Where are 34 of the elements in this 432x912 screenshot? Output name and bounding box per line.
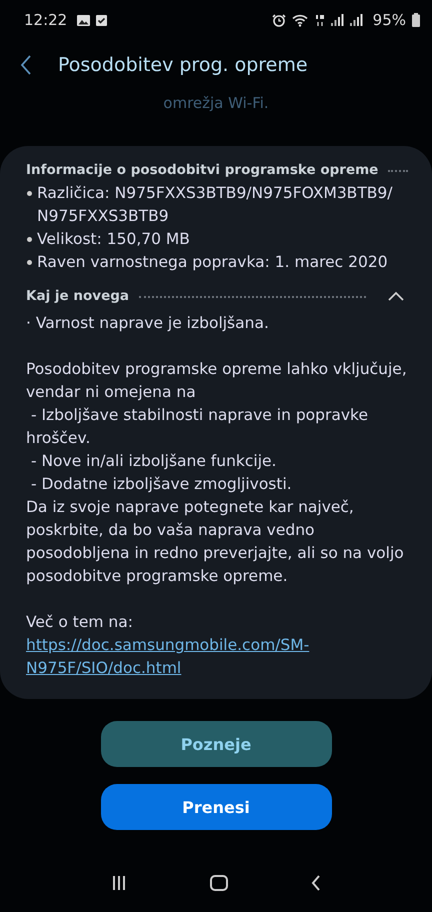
paragraph: · Varnost naprave je izboljšana. bbox=[26, 313, 270, 334]
home-icon[interactable] bbox=[210, 875, 228, 891]
paragraph: - Izboljšave stabilnosti naprave in popravke hroščev. bbox=[26, 405, 369, 449]
back-icon[interactable] bbox=[310, 875, 321, 891]
documentation-link[interactable]: https://doc.samsungmobile.com/SM-N975F/SIO/doc.html bbox=[26, 634, 408, 680]
section-title: Informacije o posodobitvi programske opreme bbox=[26, 162, 378, 178]
paragraph: Več o tem na: bbox=[26, 612, 134, 633]
bullet-icon bbox=[27, 260, 32, 265]
bullet-icon bbox=[27, 237, 32, 242]
wifi-icon bbox=[292, 14, 309, 26]
back-button[interactable] bbox=[20, 55, 32, 75]
signal-icon bbox=[330, 14, 344, 26]
network-type-icon bbox=[314, 14, 325, 26]
alarm-icon bbox=[272, 14, 286, 26]
info-item: Različica: N975FXXS3BTB9/N975FOXM3BTB9/ N975FXXS3BTB9 bbox=[37, 183, 394, 227]
paragraph: - Nove in/ali izboljšane funkcije. bbox=[30, 451, 278, 472]
later-button[interactable]: Pozneje bbox=[100, 721, 332, 767]
paragraph: - Dodatne izboljšave zmogljivosti. bbox=[30, 474, 293, 495]
faded-text: omrežja Wi-Fi. bbox=[162, 93, 270, 114]
section-title: Kaj je novega bbox=[26, 288, 129, 304]
info-item: Velikost: 150,70 MB bbox=[37, 229, 190, 250]
bullet-icon bbox=[27, 191, 32, 196]
page-title: Posodobitev prog. opreme bbox=[58, 54, 308, 76]
download-button[interactable]: Prenesi bbox=[100, 784, 332, 830]
paragraph: Posodobitev programske opreme lahko vključuje, vendar ni omejena na bbox=[26, 359, 408, 403]
signal-icon bbox=[350, 14, 363, 26]
info-item: Raven varnostnega popravka: 1. marec 2020 bbox=[37, 252, 388, 273]
battery-icon bbox=[412, 13, 420, 27]
paragraph: Da iz svoje naprave potegnete kar največ, poskrbite, da bo vaša naprava vedno posodobljena in redno preverjajte, ali so na voljo posodobitve programske opreme. bbox=[26, 497, 405, 587]
checkbox-notification-icon bbox=[96, 14, 108, 26]
recent-apps-icon[interactable] bbox=[111, 875, 128, 891]
image-notification-icon bbox=[77, 14, 90, 26]
battery-level: 95% bbox=[372, 11, 406, 29]
status-time: 12:22 bbox=[24, 11, 68, 29]
